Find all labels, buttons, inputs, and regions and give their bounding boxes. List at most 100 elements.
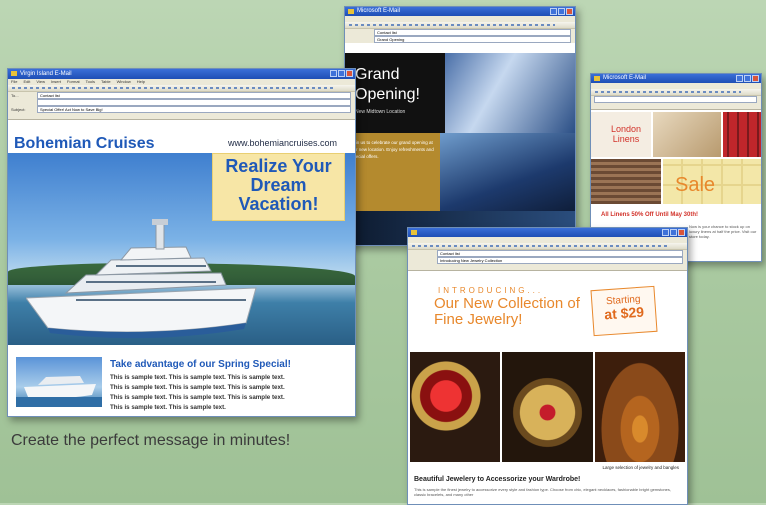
maximize-icon[interactable] xyxy=(558,8,565,15)
title-bar[interactable]: Microsoft E-Mail xyxy=(345,7,575,16)
intro-text: INTRODUCING... xyxy=(438,286,544,295)
to-row: Contact list xyxy=(345,29,575,36)
offer-text: All Linens 50% Off Until May 30th! xyxy=(601,212,699,218)
app-icon xyxy=(594,76,600,81)
maximize-icon[interactable] xyxy=(744,75,751,82)
promo-line: This is sample text. This is sample text… xyxy=(110,394,285,401)
minimize-icon[interactable] xyxy=(330,70,337,77)
promo-body: This is sample text. This is sample text… xyxy=(110,373,350,413)
section-text: This is sample the finest jewelry to acc… xyxy=(414,487,672,497)
cruise-ship-icon xyxy=(26,219,257,339)
to-field[interactable]: Contact list xyxy=(437,250,683,257)
subject-label: Subject: xyxy=(11,107,26,112)
toolbar[interactable] xyxy=(8,85,355,92)
title-line-2: Opening! xyxy=(355,86,420,103)
price-badge: Starting at $29 xyxy=(590,285,658,337)
title-bar[interactable]: Microsoft E-Mail xyxy=(591,74,761,83)
title-bar[interactable] xyxy=(408,228,687,237)
promo-line: This is sample text. This is sample text… xyxy=(110,404,226,411)
grand-opening-title: Grand Opening! xyxy=(355,65,420,105)
ruby-ring-image xyxy=(410,352,501,462)
maximize-icon[interactable] xyxy=(338,70,345,77)
promo-line: This is sample text. This is sample text… xyxy=(110,374,285,381)
skyscraper-image xyxy=(445,53,575,133)
to-field[interactable] xyxy=(594,96,757,103)
subject-row: Introducing New Jewelry Collection xyxy=(408,257,687,264)
subject-row: Subject: Special Offer! Act Now to Save … xyxy=(8,106,355,113)
window-title: Virgin Island E-Mail xyxy=(20,71,72,77)
promo-section: Take advantage of our Spring Special! Th… xyxy=(8,351,355,415)
format-bar[interactable] xyxy=(591,103,761,110)
building-image xyxy=(440,133,575,211)
grand-opening-email-window: Microsoft E-Mail Contact list Grand Open… xyxy=(344,6,576,246)
email-body: Grand Opening! New Midtown Location Join… xyxy=(345,53,575,245)
subject-field[interactable]: Introducing New Jewelry Collection xyxy=(437,257,683,264)
bracelet-image xyxy=(502,352,593,462)
window-title: Microsoft E-Mail xyxy=(603,75,647,81)
window-controls xyxy=(330,70,353,77)
brand-name: Bohemian Cruises xyxy=(14,135,155,152)
window-title: Microsoft E-Mail xyxy=(357,8,401,14)
minimize-icon[interactable] xyxy=(550,8,557,15)
section-heading: Beautiful Jewelery to Accessorize your W… xyxy=(414,476,581,483)
headline-box: Realize Your Dream Vacation! xyxy=(212,153,345,221)
format-bar[interactable] xyxy=(8,113,355,120)
maximize-icon[interactable] xyxy=(670,229,677,236)
cc-row xyxy=(8,99,355,106)
cruise-email-window: Virgin Island E-Mail File Edit View Inse… xyxy=(7,68,356,417)
photo-caption: Large selection of jewelry and bangles xyxy=(602,465,679,470)
subject-field[interactable]: Grand Opening xyxy=(374,36,571,43)
app-icon xyxy=(411,230,417,235)
website-url: www.bohemiancruises.com xyxy=(227,138,337,148)
minimize-icon[interactable] xyxy=(736,75,743,82)
app-icon xyxy=(11,71,17,76)
headline-line-3: Vacation! xyxy=(238,194,319,214)
toolbar[interactable] xyxy=(591,89,761,96)
to-row: Contact list xyxy=(408,250,687,257)
cc-field[interactable] xyxy=(37,99,351,106)
london-linens-logo: London Linens xyxy=(610,124,642,144)
badge-price: at $29 xyxy=(603,303,645,323)
minimize-icon[interactable] xyxy=(662,229,669,236)
subject-field[interactable]: Special Offer! Act Now to Save Big! xyxy=(37,106,351,113)
window-controls xyxy=(662,229,685,236)
close-icon[interactable] xyxy=(346,70,353,77)
close-icon[interactable] xyxy=(678,229,685,236)
subtitle: New Midtown Location xyxy=(355,109,406,115)
email-header: Bohemian Cruises www.bohemiancruises.com xyxy=(8,131,355,153)
email-body: INTRODUCING... Our New Collection of Fin… xyxy=(408,276,687,504)
headline-line-2: Dream xyxy=(250,175,307,195)
close-icon[interactable] xyxy=(566,8,573,15)
towel-image xyxy=(591,159,661,204)
to-field[interactable]: Contact list xyxy=(37,92,351,99)
app-icon xyxy=(348,9,354,14)
window-controls xyxy=(550,8,573,15)
plaid-image xyxy=(723,112,761,157)
to-row: To... Contact list xyxy=(8,92,355,99)
toolbar[interactable] xyxy=(345,22,575,29)
to-button[interactable]: To... xyxy=(11,92,37,99)
close-icon[interactable] xyxy=(752,75,759,82)
promo-thumbnail xyxy=(16,357,102,407)
toolbar[interactable] xyxy=(408,243,687,250)
promo-title: Take advantage of our Spring Special! xyxy=(110,359,291,370)
window-controls xyxy=(736,75,759,82)
jewelry-photos xyxy=(410,352,685,462)
to-field[interactable]: Contact list xyxy=(374,29,571,36)
jewelry-email-window: Contact list Introducing New Jewelry Col… xyxy=(407,227,688,505)
to-row xyxy=(591,96,761,103)
jewelry-title: Our New Collection of Fine Jewelry! xyxy=(434,295,580,328)
tagline: Create the perfect message in minutes! xyxy=(11,432,291,449)
format-bar[interactable] xyxy=(408,264,687,271)
necklace-image xyxy=(594,352,685,462)
headline-line-1: Realize Your xyxy=(225,156,332,176)
title-bar[interactable]: Virgin Island E-Mail xyxy=(8,69,355,79)
subject-row: Grand Opening xyxy=(345,36,575,43)
small-ship-icon xyxy=(16,376,102,407)
title-line-1: Grand xyxy=(355,66,400,83)
band-text: Join us to celebrate our grand opening a… xyxy=(351,140,434,159)
sale-label: Sale xyxy=(675,174,716,196)
pillows-image xyxy=(653,112,721,157)
body-text: Now is your chance to stock up on luxury… xyxy=(689,224,757,239)
promo-line: This is sample text. This is sample text… xyxy=(110,384,285,391)
